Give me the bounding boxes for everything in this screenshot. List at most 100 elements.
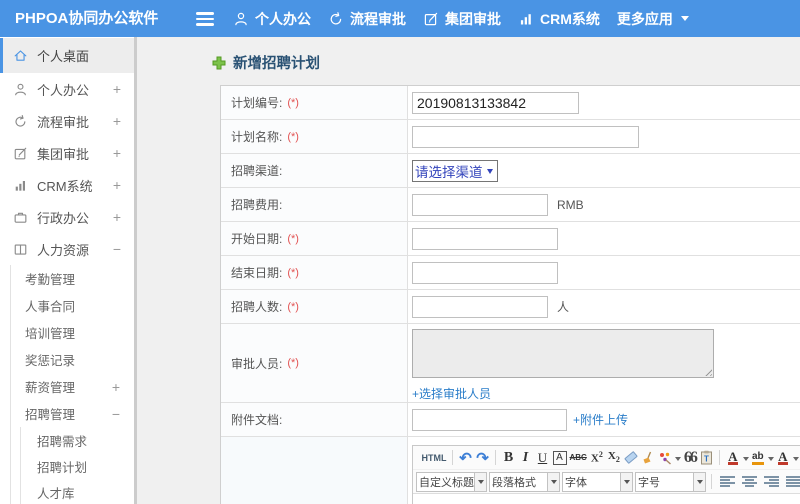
sidebar-item-personal-desktop[interactable]: 个人桌面 bbox=[0, 38, 134, 73]
recruit-count-value-cell: 人 bbox=[408, 290, 800, 323]
sidebar-item-salary-mgmt[interactable]: 薪资管理 + bbox=[11, 373, 134, 400]
paste-icon[interactable]: T bbox=[700, 448, 714, 467]
editor-toolbar-row1: HTML ↶ ↷ B I U A ABC X2 X2 66 T Aab A bbox=[413, 446, 800, 470]
recruit-count-label: 招聘人数: (*) bbox=[221, 290, 408, 323]
plan-name-row: 计划名称: (*) bbox=[221, 120, 800, 154]
align-center-icon[interactable] bbox=[741, 476, 757, 487]
sidebar-item-talent-pool[interactable]: 人才库 bbox=[21, 479, 134, 504]
bold-button[interactable]: B bbox=[502, 448, 516, 467]
background-color-button[interactable]: A bbox=[776, 448, 790, 467]
recruit-count-input[interactable] bbox=[412, 295, 548, 318]
sidebar-item-group-approval[interactable]: 集团审批 + bbox=[0, 137, 134, 169]
plan-name-input[interactable] bbox=[412, 125, 639, 148]
end-date-value-cell bbox=[408, 256, 800, 289]
approver-link[interactable]: +选择审批人员 bbox=[412, 385, 491, 402]
sidebar-item-workflow-approval[interactable]: 流程审批 + bbox=[0, 105, 134, 137]
caret-down-icon bbox=[743, 456, 750, 464]
sidebar-item-recruit-mgmt[interactable]: 招聘管理 − bbox=[11, 400, 134, 427]
app-logo: PHPOA协同办公软件 bbox=[15, 10, 159, 27]
page: PHPOA协同办公软件 个人办公 流程审批 集团审批 CRM系统 更多应用 个人桌面 个人… bbox=[0, 0, 800, 504]
top-menu-crm-system[interactable]: CRM系统 bbox=[518, 9, 600, 29]
sidebar: 个人桌面 个人办公 + 流程审批 + 集团审批 + CRM系统 + 行政办公 + 人力资源 − 考勤管理人… bbox=[0, 37, 137, 504]
content-editor-cell: HTML ↶ ↷ B I U A ABC X2 X2 66 T Aab A 自定义标题 段落格式 字体 字号 bbox=[408, 437, 800, 504]
recruit-submenu: 招聘需求 招聘计划 人才库 bbox=[20, 427, 134, 504]
attachment-input[interactable] bbox=[412, 408, 567, 431]
html-source-button[interactable]: HTML bbox=[422, 448, 447, 467]
style-menu-icon[interactable] bbox=[658, 448, 672, 467]
plan-name-value-cell bbox=[408, 120, 800, 153]
expander-icon[interactable]: + bbox=[113, 145, 121, 161]
font-border-button[interactable]: A bbox=[552, 448, 567, 467]
recruit-fee-row: 招聘费用: RMB bbox=[221, 188, 800, 222]
chart-icon bbox=[13, 178, 28, 193]
expander-icon[interactable]: + bbox=[112, 379, 120, 395]
caret-down-icon bbox=[793, 456, 800, 464]
align-left-icon[interactable] bbox=[719, 476, 735, 487]
plan-number-input[interactable] bbox=[412, 91, 579, 114]
content-editor-label bbox=[221, 437, 408, 504]
content-editor-row: HTML ↶ ↷ B I U A ABC X2 X2 66 T Aab A 自定义标题 段落格式 字体 字号 bbox=[221, 437, 800, 504]
align-right-icon[interactable] bbox=[763, 476, 779, 487]
underline-button[interactable]: U bbox=[536, 448, 550, 467]
sidebar-item-attendance-mgmt[interactable]: 考勤管理 bbox=[11, 265, 134, 292]
align-justify-icon[interactable] bbox=[785, 476, 800, 487]
recruit-channel-select[interactable]: 请选择渠道 bbox=[412, 159, 498, 182]
flow-icon bbox=[328, 11, 344, 27]
end-date-row: 结束日期: (*) bbox=[221, 256, 800, 290]
start-date-label: 开始日期: (*) bbox=[221, 222, 408, 255]
format-brush-icon[interactable] bbox=[641, 448, 655, 467]
sidebar-item-admin-office[interactable]: 行政办公 + bbox=[0, 201, 134, 233]
end-date-label: 结束日期: (*) bbox=[221, 256, 408, 289]
resize-handle[interactable] bbox=[703, 367, 712, 376]
superscript-button[interactable]: X2 bbox=[590, 448, 604, 467]
sidebar-item-hr-contract[interactable]: 人事合同 bbox=[11, 292, 134, 319]
expander-icon[interactable]: + bbox=[113, 113, 121, 129]
italic-button[interactable]: I bbox=[519, 448, 533, 467]
required-mark: (*) bbox=[287, 96, 299, 109]
sidebar-item-reward-punishment[interactable]: 奖惩记录 bbox=[11, 346, 134, 373]
start-date-input[interactable] bbox=[412, 227, 558, 250]
font-color-button[interactable]: A bbox=[726, 448, 740, 467]
editor-content-area[interactable] bbox=[413, 494, 800, 504]
sidebar-item-recruit-plan[interactable]: 招聘计划 bbox=[21, 453, 134, 479]
strikethrough-button[interactable]: ABC bbox=[570, 448, 587, 467]
sidebar-item-training-mgmt[interactable]: 培训管理 bbox=[11, 319, 134, 346]
person-icon bbox=[233, 11, 249, 27]
subscript-button[interactable]: X2 bbox=[607, 448, 621, 467]
sidebar-item-recruit-demand[interactable]: 招聘需求 bbox=[21, 427, 134, 453]
recruit-plan-form: 计划编号:(*)计划名称:(*)招聘渠道:请选择渠道招聘费用:RMB开始日期:(… bbox=[220, 85, 800, 504]
caret-down-icon bbox=[675, 456, 682, 464]
highlight-color-button[interactable]: ab bbox=[751, 448, 765, 467]
top-menu-more-apps[interactable]: 更多应用 bbox=[617, 9, 689, 29]
approver-label: 审批人员: (*) bbox=[221, 324, 408, 402]
heading-select[interactable]: 自定义标题 bbox=[416, 471, 487, 492]
font-size-select[interactable]: 字号 bbox=[635, 471, 706, 492]
menu-toggle-icon[interactable] bbox=[196, 12, 214, 29]
attachment-label: 附件文档: bbox=[221, 403, 408, 436]
sidebar-item-personal-office[interactable]: 个人办公 + bbox=[0, 73, 134, 105]
top-menu-workflow-approval[interactable]: 流程审批 bbox=[328, 9, 406, 29]
attachment-link[interactable]: +附件上传 bbox=[573, 411, 628, 428]
expander-icon[interactable]: + bbox=[113, 81, 121, 97]
recruit-fee-input[interactable] bbox=[412, 193, 548, 216]
expander-icon[interactable]: + bbox=[113, 177, 121, 193]
approver-value-cell: +选择审批人员 bbox=[408, 324, 800, 402]
recruit-channel-value-cell: 请选择渠道 bbox=[408, 154, 800, 187]
undo-icon[interactable]: ↶ bbox=[459, 448, 473, 467]
expander-icon[interactable]: − bbox=[113, 241, 121, 257]
top-menu-personal-office[interactable]: 个人办公 bbox=[233, 9, 311, 29]
sidebar-item-human-resources[interactable]: 人力资源 − bbox=[0, 233, 134, 265]
eraser-icon[interactable] bbox=[623, 448, 638, 467]
top-menu-group-approval[interactable]: 集团审批 bbox=[423, 9, 501, 29]
end-date-input[interactable] bbox=[412, 261, 558, 284]
redo-icon[interactable]: ↷ bbox=[476, 448, 490, 467]
edit-icon bbox=[13, 146, 28, 161]
paragraph-select[interactable]: 段落格式 bbox=[489, 471, 560, 492]
sidebar-item-crm-system[interactable]: CRM系统 + bbox=[0, 169, 134, 201]
approver-textarea[interactable] bbox=[412, 329, 714, 378]
expander-icon[interactable]: − bbox=[112, 406, 120, 422]
required-mark: (*) bbox=[287, 266, 299, 279]
expander-icon[interactable]: + bbox=[113, 209, 121, 225]
blockquote-button[interactable]: 66 bbox=[683, 448, 698, 467]
font-family-select[interactable]: 字体 bbox=[562, 471, 633, 492]
